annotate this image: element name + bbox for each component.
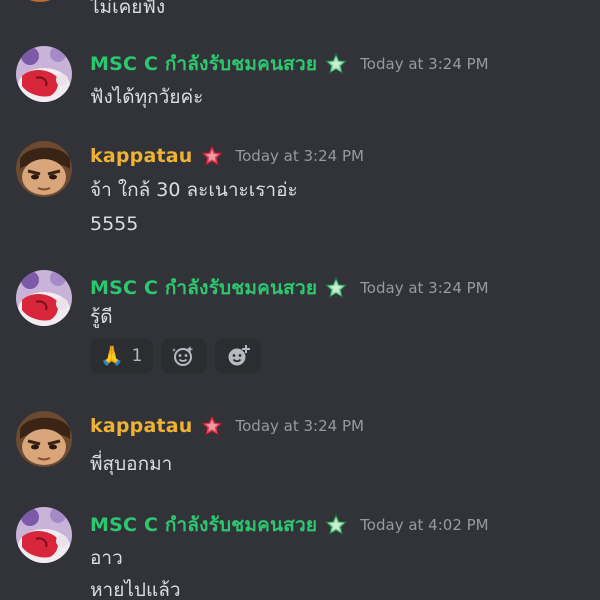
avatar[interactable] (16, 46, 72, 102)
green-star-badge-icon[interactable] (324, 52, 348, 76)
reaction-folded-hands[interactable]: 🙏 1 (90, 338, 153, 374)
message-text: ไม่เคยฟัง (90, 0, 166, 18)
author-name[interactable]: kappatau (90, 145, 193, 167)
author-name[interactable]: kappatau (90, 415, 193, 437)
avatar[interactable] (16, 270, 72, 326)
timestamp: Today at 3:24 PM (360, 55, 489, 73)
green-star-badge-icon[interactable] (324, 513, 348, 537)
add-reaction-button[interactable] (214, 338, 261, 374)
author-name[interactable]: MSC C กำลังรับชมคนสวย (90, 510, 317, 540)
reaction-count: 1 (131, 346, 143, 366)
chat-message-list: ไม่เคยฟัง MSC C กำลังรับชมคนสวย Today at… (0, 0, 600, 600)
message-text: อาว (90, 547, 123, 569)
red-star-badge-icon[interactable] (200, 144, 224, 168)
add-super-reaction-icon (171, 343, 197, 369)
timestamp: Today at 4:02 PM (360, 516, 489, 534)
avatar[interactable] (16, 141, 72, 197)
avatar[interactable] (16, 507, 72, 563)
message-text: รู้ดี (90, 306, 113, 328)
message-text: หายไปแล้ว (90, 579, 181, 600)
reaction-bar: 🙏 1 (90, 338, 261, 374)
message-text: 5555 (90, 213, 139, 235)
add-reaction-icon (225, 343, 251, 369)
author-name[interactable]: MSC C กำลังรับชมคนสวย (90, 273, 317, 303)
add-super-reaction-button[interactable] (160, 338, 207, 374)
message-text: ฟังได้ทุกวัยค่ะ (90, 86, 204, 108)
folded-hands-emoji: 🙏 (100, 344, 124, 367)
message-text: จ้า ใกล้ 30 ละเนาะเราอ่ะ (90, 179, 298, 201)
avatar[interactable] (22, 0, 58, 2)
timestamp: Today at 3:24 PM (235, 417, 364, 435)
red-star-badge-icon[interactable] (200, 414, 224, 438)
avatar[interactable] (16, 411, 72, 467)
message-text: พี่สุบอกมา (90, 453, 173, 475)
green-star-badge-icon[interactable] (324, 276, 348, 300)
author-name[interactable]: MSC C กำลังรับชมคนสวย (90, 49, 317, 79)
timestamp: Today at 3:24 PM (235, 147, 364, 165)
timestamp: Today at 3:24 PM (360, 279, 489, 297)
